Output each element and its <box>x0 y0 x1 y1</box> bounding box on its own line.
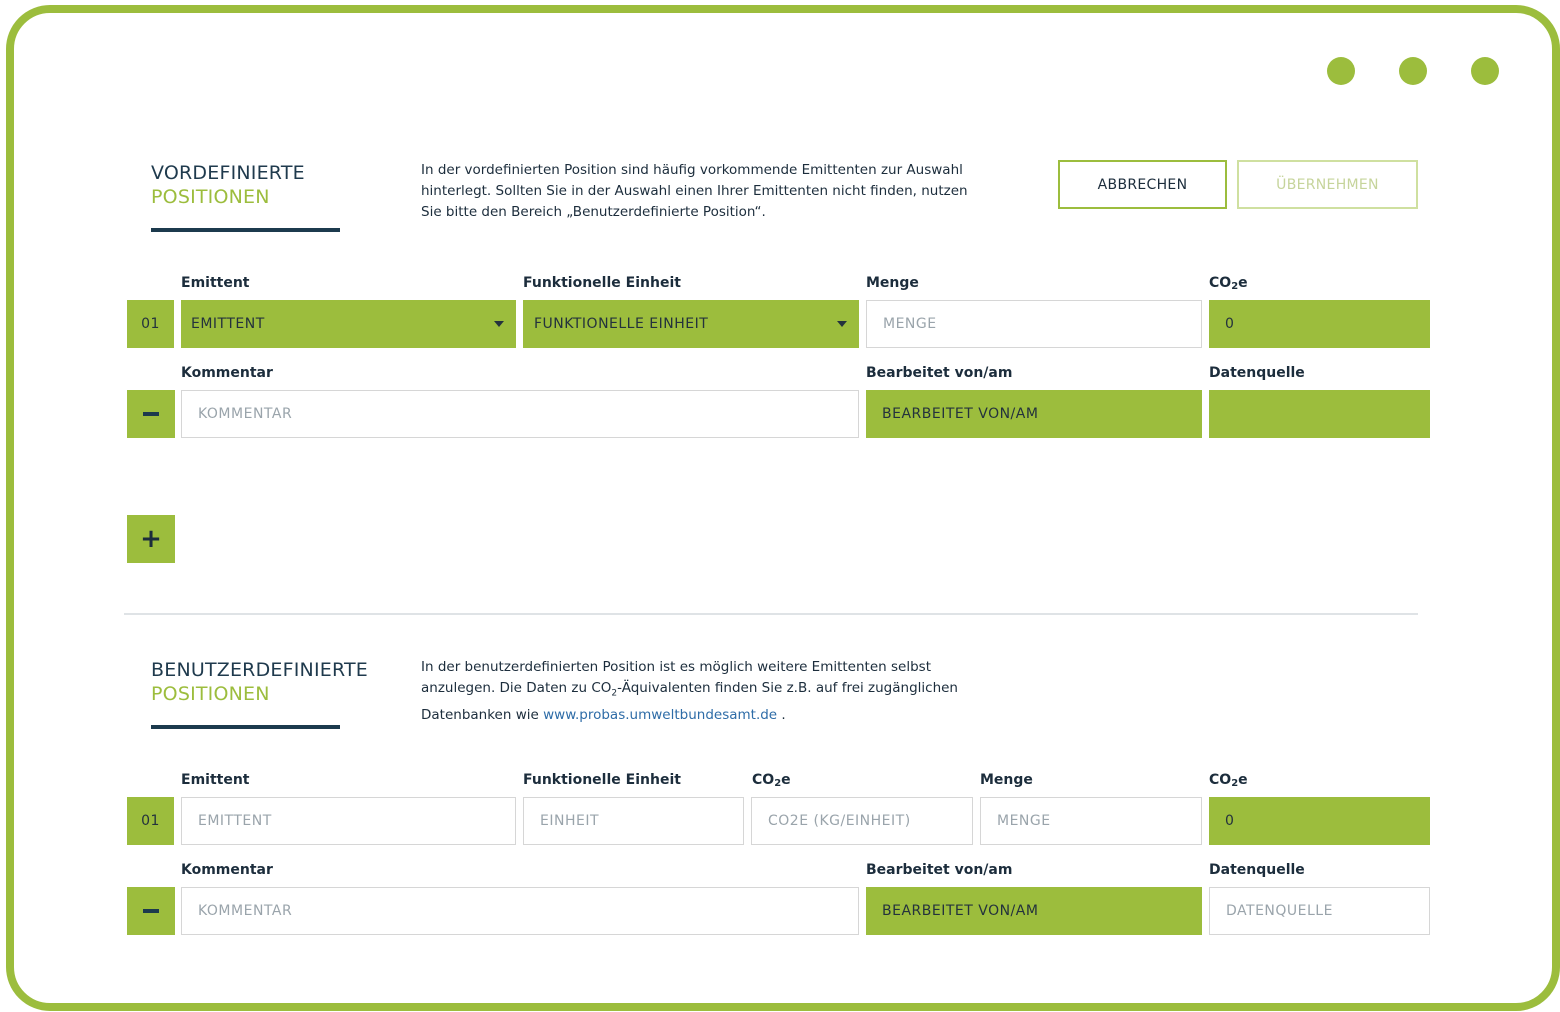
remove-row-button[interactable] <box>127 390 175 438</box>
custom-label-emittent: Emittent <box>181 772 250 788</box>
row-number: 01 <box>127 300 174 348</box>
custom-desc-line3-b: . <box>777 706 786 723</box>
cancel-button[interactable]: ABBRECHEN <box>1058 160 1227 209</box>
kommentar-input[interactable]: KOMMENTAR <box>181 390 859 438</box>
custom-label-funktionelle-einheit: Funktionelle Einheit <box>523 772 681 788</box>
custom-remove-row-button[interactable] <box>127 887 175 935</box>
custom-desc-line2-b: -Äquivalenten finden Sie z.B. auf frei z… <box>617 680 958 696</box>
custom-title-line2: POSITIONEN <box>151 683 270 705</box>
window-frame <box>6 5 1560 1011</box>
custom-datenquelle-input[interactable]: DATENQUELLE <box>1209 887 1430 935</box>
label-datenquelle: Datenquelle <box>1209 365 1305 381</box>
einheit-select-value: FUNKTIONELLE EINHEIT <box>534 316 709 332</box>
custom-row-number: 01 <box>127 797 174 845</box>
custom-label-menge: Menge <box>980 772 1033 788</box>
predefined-section-title: VORDEFINIERTE POSITIONEN <box>151 161 305 209</box>
custom-co2e-factor-input[interactable]: CO2E (KG/EINHEIT) <box>751 797 973 845</box>
co2e-factor-prefix: CO <box>752 772 775 788</box>
custom-einheit-input[interactable]: EINHEIT <box>523 797 744 845</box>
custom-desc-line3: Datenbanken wie www.probas.umweltbundesa… <box>421 705 981 726</box>
label-co2e: CO2e <box>1209 275 1248 292</box>
co2e-suffix: e <box>1238 772 1248 788</box>
custom-description: In der benutzerdefinierten Position ist … <box>421 657 981 726</box>
custom-bearbeitet-value: BEARBEITET VON/AM <box>866 887 1202 935</box>
einheit-select[interactable]: FUNKTIONELLE EINHEIT <box>523 300 859 348</box>
predefined-description: In der vordefinierten Position sind häuf… <box>421 160 981 223</box>
chevron-down-icon <box>837 321 847 327</box>
custom-label-bearbeitet: Bearbeitet von/am <box>866 862 1013 878</box>
window-dot-3[interactable] <box>1471 57 1499 85</box>
predefined-title-underline <box>151 228 340 232</box>
minus-icon <box>143 412 159 416</box>
plus-icon: + <box>140 524 162 554</box>
datenquelle-value <box>1209 390 1430 438</box>
label-menge: Menge <box>866 275 919 291</box>
label-bearbeitet: Bearbeitet von/am <box>866 365 1013 381</box>
menge-input[interactable]: MENGE <box>866 300 1202 348</box>
chevron-down-icon <box>494 321 504 327</box>
window-dot-2[interactable] <box>1399 57 1427 85</box>
custom-label-datenquelle: Datenquelle <box>1209 862 1305 878</box>
custom-label-kommentar: Kommentar <box>181 862 273 878</box>
predefined-title-line2: POSITIONEN <box>151 186 270 208</box>
custom-title-underline <box>151 725 340 729</box>
apply-button[interactable]: ÜBERNEHMEN <box>1237 160 1418 209</box>
custom-section-title: BENUTZERDEFINIERTE POSITIONEN <box>151 658 368 706</box>
add-row-button[interactable]: + <box>127 515 175 563</box>
emittent-select-value: EMITTENT <box>191 316 265 332</box>
window-dot-1[interactable] <box>1327 57 1355 85</box>
label-funktionelle-einheit: Funktionelle Einheit <box>523 275 681 291</box>
custom-menge-input[interactable]: MENGE <box>980 797 1202 845</box>
custom-label-co2e: CO2e <box>1209 772 1248 789</box>
co2e-factor-suffix: e <box>781 772 791 788</box>
label-kommentar: Kommentar <box>181 365 273 381</box>
predefined-desc-line1: In der vordefinierten Position sind häuf… <box>421 162 963 178</box>
custom-desc-line3-a: Datenbanken wie <box>421 706 544 723</box>
custom-desc-line2: anzulegen. Die Daten zu CO2-Äquivalenten… <box>421 678 981 705</box>
bearbeitet-value: BEARBEITET VON/AM <box>866 390 1202 438</box>
co2e-suffix: e <box>1238 275 1248 291</box>
custom-title-line1: BENUTZERDEFINIERTE <box>151 659 369 681</box>
predefined-desc-line2: hinterlegt. Sollten Sie in der Auswahl e… <box>421 183 968 199</box>
custom-co2e-value: 0 <box>1209 797 1430 845</box>
custom-desc-line1: In der benutzerdefinierten Position ist … <box>421 659 931 675</box>
custom-label-co2e-factor: CO2e <box>752 772 791 789</box>
section-divider <box>124 613 1418 615</box>
custom-emittent-input[interactable]: EMITTENT <box>181 797 516 845</box>
custom-kommentar-input[interactable]: KOMMENTAR <box>181 887 859 935</box>
custom-desc-line2-a: anzulegen. Die Daten zu CO <box>421 680 612 696</box>
emittent-select[interactable]: EMITTENT <box>181 300 516 348</box>
predefined-title-line1: VORDEFINIERTE <box>151 162 305 184</box>
co2e-prefix: CO <box>1209 772 1232 788</box>
predefined-desc-line3: Sie bitte den Bereich „Benutzerdefiniert… <box>421 204 766 220</box>
minus-icon <box>143 909 159 913</box>
co2e-value: 0 <box>1209 300 1430 348</box>
co2e-prefix: CO <box>1209 275 1232 291</box>
probas-link[interactable]: www.probas.umweltbundesamt.de <box>543 707 777 723</box>
label-emittent: Emittent <box>181 275 250 291</box>
